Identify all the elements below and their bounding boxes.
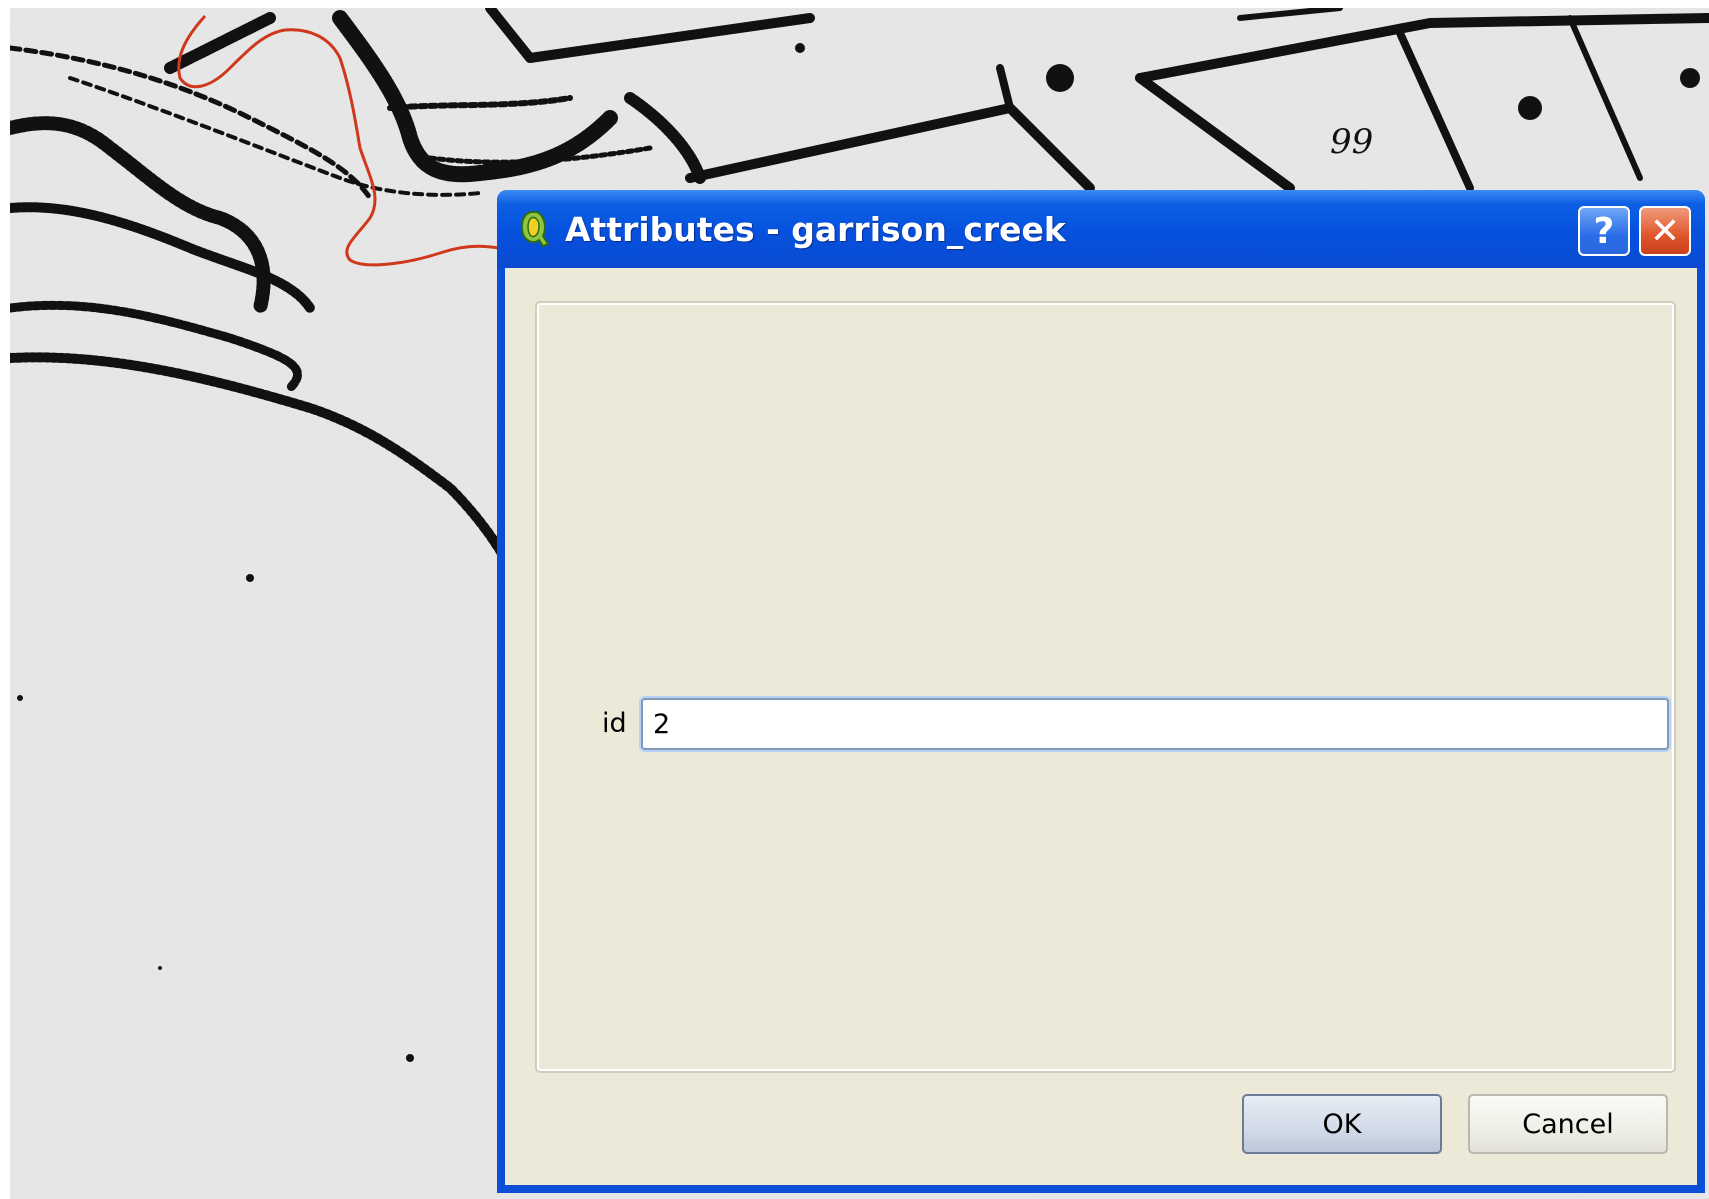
dialog-body: id OK Cancel xyxy=(505,268,1697,1185)
attributes-dialog: Attributes - garrison_creek ? ✕ id OK Ca… xyxy=(497,190,1705,1193)
close-button[interactable]: ✕ xyxy=(1639,206,1691,256)
cancel-button[interactable]: Cancel xyxy=(1468,1094,1668,1154)
map-parcel-label: 99 xyxy=(1330,122,1373,162)
id-field[interactable] xyxy=(641,698,1669,750)
help-button[interactable]: ? xyxy=(1578,206,1630,256)
dialog-title: Attributes - garrison_creek xyxy=(565,210,1066,249)
field-label-id: id xyxy=(602,708,627,739)
dialog-titlebar[interactable]: Attributes - garrison_creek ? ✕ xyxy=(497,190,1705,268)
qgis-logo-icon xyxy=(520,211,550,248)
attributes-form-panel: id xyxy=(535,301,1676,1073)
ok-button[interactable]: OK xyxy=(1242,1094,1442,1154)
